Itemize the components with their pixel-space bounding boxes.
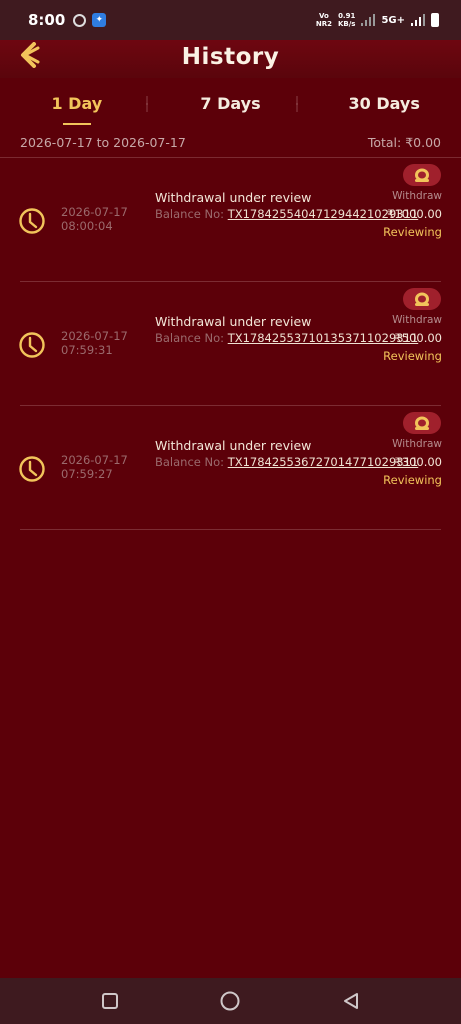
clock-icon [19, 332, 45, 358]
header: History [0, 40, 461, 78]
record-datetime: 2026-07-17 07:59:27 [61, 453, 128, 481]
period-tabs: 1 Day 7 Days 30 Days [0, 78, 461, 128]
triangle-back-icon [343, 993, 358, 1009]
record-date: 2026-07-17 [61, 205, 128, 219]
record-balance: Balance No: TX178425537101353711029311 [155, 331, 418, 345]
status-right: Vo NR2 0.91 KB/s 5G+ [316, 12, 439, 28]
withdraw-icon [415, 168, 429, 182]
balance-label: Balance No: [155, 455, 225, 469]
tab-separator [146, 96, 148, 112]
withdraw-badge [403, 288, 441, 310]
divider [20, 529, 441, 530]
speed-indicator: 0.91 KB/s [338, 12, 355, 28]
status-badge: Reviewing [383, 349, 442, 363]
tab-30-days[interactable]: 30 Days [307, 78, 461, 128]
network-type: 5G+ [381, 14, 405, 26]
transaction-id-link[interactable]: TX178425536727014771029311 [228, 455, 419, 469]
media-icon [73, 13, 87, 27]
page-title: History [181, 44, 280, 70]
back-arrow-icon [21, 42, 40, 68]
speed-unit: KB/s [337, 20, 356, 28]
withdraw-badge [403, 412, 441, 434]
balance-label: Balance No: [155, 331, 225, 345]
volte-bottom: NR2 [315, 20, 332, 28]
record-datetime: 2026-07-17 08:00:04 [61, 205, 128, 233]
tab-7-days[interactable]: 7 Days [154, 78, 308, 128]
square-icon [102, 993, 119, 1009]
status-time: 8:00 [28, 11, 66, 29]
record-amount: ₹300.00 [394, 455, 442, 469]
volte-indicator: Vo NR2 [316, 12, 332, 28]
record-title: Withdrawal under review [155, 314, 312, 329]
battery-icon [431, 13, 439, 27]
status-badge: Reviewing [383, 225, 442, 239]
record-date: 2026-07-17 [61, 329, 128, 343]
record-time: 07:59:27 [61, 467, 113, 481]
speed-value: 0.91 [338, 12, 356, 20]
record-time: 08:00:04 [61, 219, 113, 233]
date-range-row: 2026-07-17 to 2026-07-17 Total: ₹0.00 [20, 132, 441, 152]
list-item[interactable]: 2026-07-17 07:59:27 Withdrawal under rev… [0, 405, 461, 530]
recent-apps-button[interactable] [95, 986, 125, 1016]
signal-icon-2 [411, 14, 425, 26]
circle-icon [220, 991, 240, 1011]
back-button[interactable] [14, 42, 44, 68]
volte-top: Vo [318, 12, 329, 20]
record-type: Withdraw [392, 438, 442, 450]
clock-icon [19, 208, 45, 234]
list-item[interactable]: 2026-07-17 08:00:04 Withdrawal under rev… [0, 157, 461, 282]
record-balance: Balance No: TX178425536727014771029311 [155, 455, 418, 469]
withdraw-badge [403, 164, 441, 186]
tab-separator [296, 96, 298, 112]
record-amount: ₹1000.00 [387, 207, 442, 221]
record-type: Withdraw [392, 190, 442, 202]
status-badge: Reviewing [383, 473, 442, 487]
record-date: 2026-07-17 [61, 453, 128, 467]
withdraw-icon [415, 416, 429, 430]
system-back-button[interactable] [336, 986, 366, 1016]
record-balance: Balance No: TX17842554047129442102931​1 [155, 207, 418, 221]
status-bar: 8:00 ✦ Vo NR2 0.91 KB/s 5G+ [0, 0, 461, 40]
app-notification-icon: ✦ [92, 13, 107, 27]
record-amount: ₹500.00 [394, 331, 442, 345]
transaction-id-link[interactable]: TX178425537101353711029311 [228, 331, 419, 345]
clock-icon [19, 456, 45, 482]
withdraw-icon [415, 292, 429, 306]
record-title: Withdrawal under review [155, 438, 312, 453]
record-type: Withdraw [392, 314, 442, 326]
total-amount: Total: ₹0.00 [367, 134, 441, 150]
record-time: 07:59:31 [61, 343, 113, 357]
record-title: Withdrawal under review [155, 190, 312, 205]
tab-1-day[interactable]: 1 Day [0, 78, 154, 128]
balance-label: Balance No: [155, 207, 225, 221]
date-range: 2026-07-17 to 2026-07-17 [20, 134, 186, 150]
list-item[interactable]: 2026-07-17 07:59:31 Withdrawal under rev… [0, 281, 461, 406]
signal-icon-1 [361, 14, 376, 26]
system-nav-bar [0, 978, 461, 1024]
home-button[interactable] [215, 986, 245, 1016]
record-datetime: 2026-07-17 07:59:31 [61, 329, 128, 357]
